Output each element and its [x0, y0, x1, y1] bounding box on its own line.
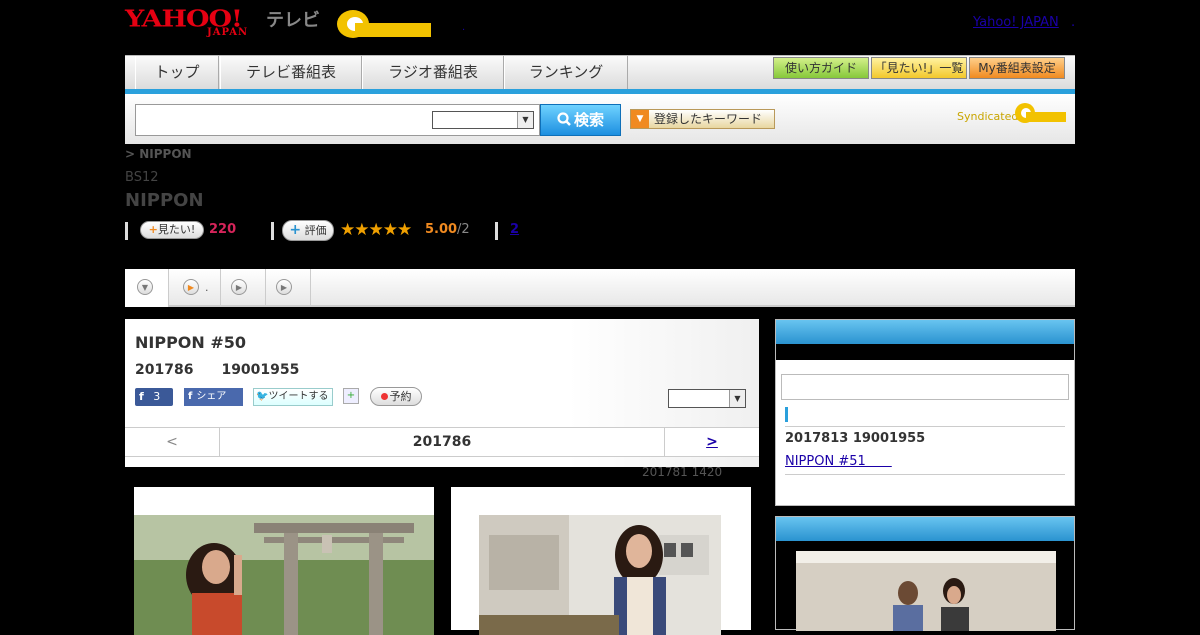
search-bar: ▼ 検索 ▼ 登録したキーワード Syndicated [125, 94, 1075, 144]
comments-link[interactable]: 2 [510, 222, 519, 237]
registered-keywords-label: 登録したキーワード [654, 112, 763, 126]
program-tabs: ▼ ▶ . ▶ ▶ [125, 269, 1075, 307]
header-link-dot: . [1071, 15, 1076, 30]
divider [495, 222, 498, 240]
search-category-select[interactable]: ▼ [432, 111, 534, 129]
next-broadcast-panel: 2017813 19001955 NIPPON #51 [775, 319, 1075, 506]
last-updated: 201781 1420 [642, 465, 723, 479]
search-button[interactable]: 検索 [540, 104, 621, 136]
nav-tab-radio-listings[interactable]: ラジオ番組表 [362, 56, 504, 90]
episode-photo-kitchen [479, 515, 721, 635]
nav-tab-top[interactable]: トップ [135, 56, 219, 90]
want-button-label: 見たい! [157, 223, 196, 236]
episode-select[interactable]: ▼ [668, 389, 746, 408]
gguide-small-logo-icon [1015, 103, 1066, 123]
search-icon [557, 112, 571, 126]
triangle-down-icon: ▼ [631, 110, 649, 128]
pager-current-date: 201786 [412, 434, 472, 450]
divider [125, 222, 128, 240]
tab-related[interactable]: ▶ [266, 269, 311, 307]
tv-logo-text: テレビ [266, 10, 320, 31]
related-video-thumbnail[interactable] [796, 551, 1056, 631]
tab-overview[interactable]: ▼ [125, 269, 169, 307]
gguide-logo[interactable] [335, 4, 435, 42]
search-button-label: 検索 [573, 111, 604, 129]
plus-icon: + [148, 223, 158, 236]
my-listings-settings-button[interactable]: My番組表設定 [969, 57, 1065, 79]
rating-stars: ★★★★★ [340, 220, 412, 240]
panel-header [776, 320, 1074, 344]
pager-next-link[interactable]: > [664, 428, 759, 456]
gguide-logo-icon [337, 10, 431, 38]
related-video-panel [775, 516, 1075, 631]
episode-datetime: 201786 19001955 [135, 362, 300, 378]
rate-button-label: 評価 [304, 224, 327, 237]
breadcrumb: > NIPPON [125, 147, 192, 161]
want-count: 220 [209, 222, 237, 237]
tab-reviews[interactable]: ▶ [221, 269, 266, 307]
channel-name: BS12 [125, 170, 159, 185]
panel-subheader [776, 344, 1074, 360]
panel-header [776, 517, 1074, 541]
add-to-calendar-icon[interactable]: + [343, 388, 359, 404]
usage-guide-button[interactable]: 使い方ガイド [773, 57, 869, 79]
rate-button[interactable]: + 評価 [282, 220, 334, 241]
tab-episodes-label: . [205, 281, 209, 294]
pager-prev-button[interactable]: < [125, 428, 220, 456]
play-icon: ▶ [231, 279, 247, 295]
nav-tab-ranking[interactable]: ランキング [504, 56, 628, 90]
facebook-like-count: 3 [153, 390, 161, 403]
play-icon: ▶ [183, 279, 199, 295]
rating-score: 5.00 [425, 222, 458, 237]
chevron-down-icon: ▼ [137, 279, 153, 295]
yahoo-logo[interactable]: YAHOO! JAPAN [125, 6, 265, 42]
studio-photo-image [796, 551, 1056, 631]
syndicated-gguide-logo [1013, 100, 1068, 128]
divider [785, 474, 1065, 475]
yahoo-logo-japan: JAPAN [207, 27, 249, 38]
registered-keywords-button[interactable]: ▼ 登録したキーワード [630, 109, 775, 129]
divider [785, 426, 1065, 427]
facebook-icon: f [139, 390, 144, 403]
episode-title: NIPPON #50 [135, 333, 247, 352]
tweet-button[interactable]: 🐦ツイートする [253, 388, 333, 406]
episode-pager: < 201786 > [125, 427, 759, 457]
divider [271, 222, 274, 240]
section-marker [785, 407, 788, 422]
episode-photo-torii [134, 515, 434, 635]
syndicated-text: Syndicated [957, 110, 1019, 123]
record-icon [380, 393, 388, 400]
twitter-icon: 🐦 [256, 391, 269, 402]
want-button[interactable]: +見たい! [140, 221, 204, 239]
photo-card[interactable] [134, 487, 434, 635]
want-list-button[interactable]: 「見たい!」一覧 [871, 57, 967, 79]
rating-count: /2 [457, 222, 470, 237]
facebook-like-button[interactable]: f 3 [135, 388, 173, 406]
facebook-share-button[interactable]: f シェア [184, 388, 243, 406]
facebook-icon: f [188, 391, 193, 402]
header-dot: . [462, 22, 466, 33]
chevron-down-icon: ▼ [729, 390, 745, 407]
facebook-share-label: シェア [196, 391, 227, 402]
chevron-down-icon: ▼ [517, 112, 533, 128]
next-episode-link[interactable]: NIPPON #51 [785, 450, 892, 469]
kitchen-photo-image [479, 515, 721, 635]
panel-search-field[interactable] [781, 374, 1069, 400]
episode-panel: NIPPON #50 201786 19001955 f 3 f シェア 🐦ツイー… [125, 319, 759, 467]
photo-card[interactable] [451, 487, 751, 635]
next-broadcast-datetime: 2017813 19001955 [785, 431, 926, 446]
tab-episodes[interactable]: ▶ . [169, 269, 221, 307]
play-icon: ▶ [276, 279, 292, 295]
tweet-label: ツイートする [268, 391, 329, 402]
reserve-button[interactable]: 予約 [370, 387, 422, 406]
plus-icon: + [289, 222, 302, 238]
yahoo-japan-link[interactable]: Yahoo! JAPAN [973, 15, 1059, 30]
torii-photo-image [134, 515, 434, 635]
reserve-label: 予約 [389, 390, 412, 403]
nav-tab-tv-listings[interactable]: テレビ番組表 [220, 56, 362, 90]
page-title: NIPPON [125, 190, 204, 211]
